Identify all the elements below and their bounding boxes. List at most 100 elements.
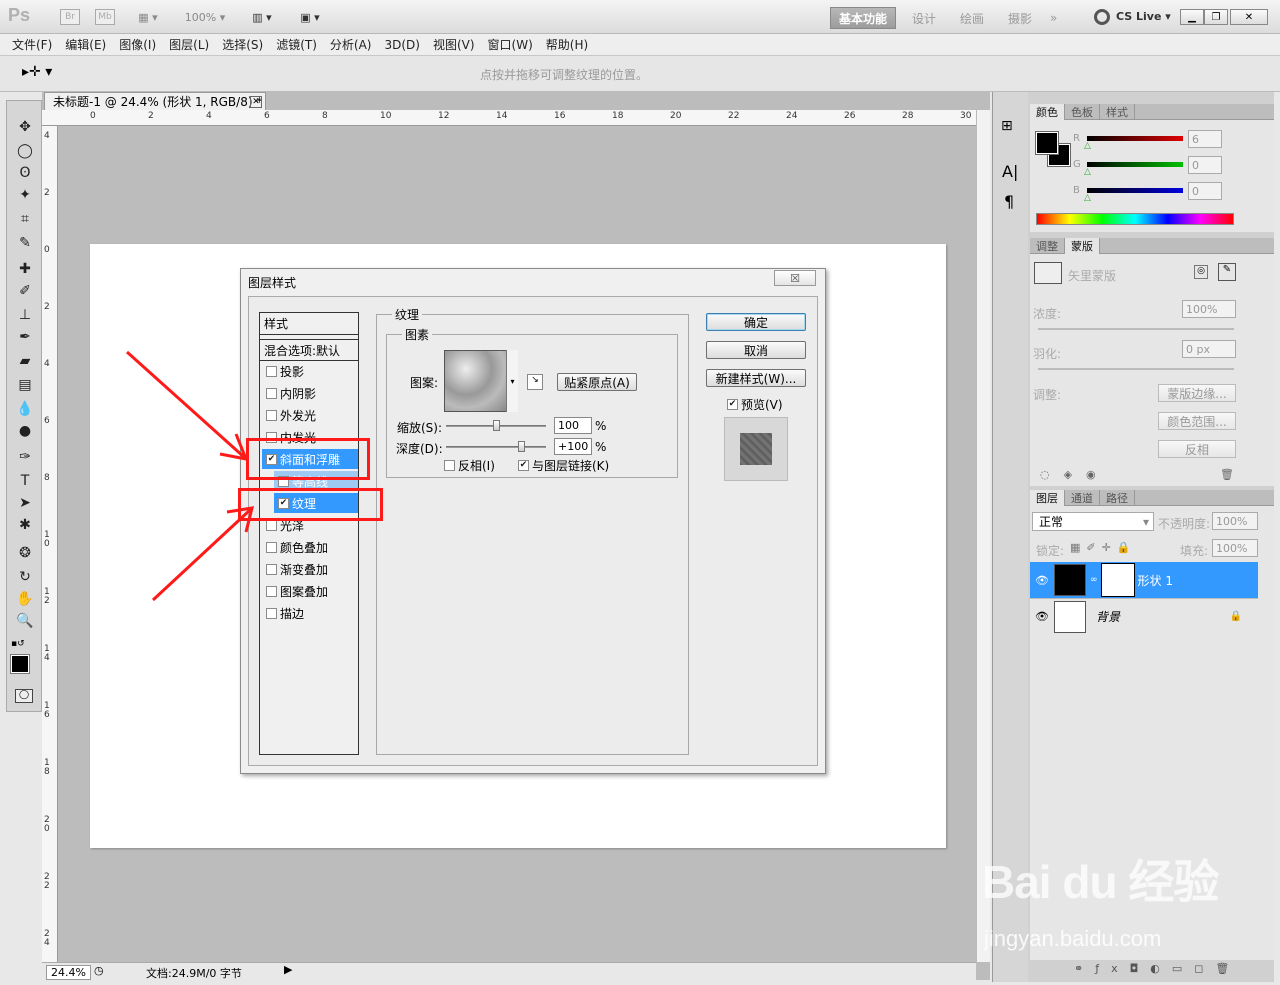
snap-to-origin-button[interactable]: 贴紧原点(A): [557, 373, 637, 391]
add-vector-mask-icon[interactable]: ✎: [1218, 263, 1236, 281]
tab-paths[interactable]: 路径: [1100, 490, 1135, 506]
marquee-tool-icon[interactable]: ◯: [13, 141, 37, 161]
move-tool-preset-icon[interactable]: ▸✛ ▾: [22, 64, 52, 80]
type-tool-icon[interactable]: T: [13, 471, 37, 491]
pattern-dropdown-arrow[interactable]: ▾: [506, 350, 518, 412]
style-item[interactable]: 颜色叠加: [262, 537, 358, 557]
vector-mask-thumbnail[interactable]: [1100, 563, 1135, 597]
lasso-tool-icon[interactable]: ʘ: [13, 163, 37, 183]
mask-edge-button[interactable]: 蒙版边缘...: [1158, 384, 1236, 402]
delete-mask-icon[interactable]: 🗑: [1220, 468, 1234, 481]
style-item[interactable]: 投影: [262, 361, 358, 381]
layer-row-background[interactable]: 👁 背景 🔒: [1030, 598, 1258, 634]
history-panel-icon[interactable]: ⊞: [1001, 118, 1013, 134]
style-item[interactable]: 描边: [262, 603, 358, 623]
menu-3d[interactable]: 3D(D): [384, 38, 419, 52]
opacity-input[interactable]: 100%: [1212, 512, 1258, 530]
foreground-color-swatch[interactable]: [1035, 131, 1059, 155]
style-item[interactable]: 图案叠加: [262, 581, 358, 601]
menu-help[interactable]: 帮助(H): [546, 36, 588, 53]
workspace-photography[interactable]: 摄影: [1000, 7, 1040, 29]
layers-footer-icons[interactable]: ⚭ƒx◘◐▭◻🗑: [1074, 962, 1241, 975]
color-spectrum-bar[interactable]: [1036, 213, 1234, 225]
menu-select[interactable]: 选择(S): [222, 36, 263, 53]
more-workspaces-button[interactable]: »: [1042, 7, 1065, 29]
status-menu-arrow[interactable]: ▶: [284, 963, 292, 976]
3d-rotate-tool-icon[interactable]: ❂: [13, 543, 37, 563]
zoom-tool-icon[interactable]: 🔍: [13, 611, 37, 631]
feather-input[interactable]: 0 px: [1182, 340, 1236, 358]
bridge-button[interactable]: Br: [60, 6, 80, 28]
minimize-button[interactable]: ▁: [1180, 9, 1204, 25]
style-item[interactable]: 外发光: [262, 405, 358, 425]
status-zoom[interactable]: 24.4%: [46, 965, 91, 980]
depth-slider[interactable]: [446, 446, 546, 448]
menu-layer[interactable]: 图层(L): [169, 36, 209, 53]
close-window-button[interactable]: ✕: [1230, 9, 1268, 25]
menu-view[interactable]: 视图(V): [433, 36, 475, 53]
foreground-color-swatch[interactable]: [10, 654, 30, 674]
blend-mode-select[interactable]: 正常 ▾: [1032, 512, 1154, 531]
workspace-painting[interactable]: 绘画: [952, 7, 992, 29]
new-style-button[interactable]: 新建样式(W)...: [706, 369, 806, 387]
channel-slider-marker[interactable]: △: [1084, 141, 1091, 151]
invert-checkbox[interactable]: 反相(I): [444, 457, 495, 474]
color-range-button[interactable]: 颜色范围...: [1158, 412, 1236, 430]
blending-options-item[interactable]: 混合选项:默认: [260, 339, 358, 361]
channel-slider[interactable]: [1087, 188, 1183, 193]
paragraph-panel-icon[interactable]: ¶: [1004, 192, 1014, 211]
preview-checkbox[interactable]: ✔ 预览(V): [727, 396, 783, 413]
view-extras-button[interactable]: ▦ ▾: [130, 6, 166, 28]
workspace-design[interactable]: 设计: [904, 7, 944, 29]
styles-header[interactable]: 样式: [260, 313, 358, 335]
link-with-layer-checkbox-box[interactable]: ✔: [518, 460, 529, 471]
menu-filter[interactable]: 滤镜(T): [276, 36, 317, 53]
menu-window[interactable]: 窗口(W): [488, 36, 533, 53]
ok-button[interactable]: 确定: [706, 313, 806, 331]
channel-value[interactable]: 6: [1188, 130, 1222, 148]
tab-channels[interactable]: 通道: [1065, 490, 1100, 506]
dialog-close-button[interactable]: ☒: [774, 270, 816, 286]
close-tab-icon[interactable]: ✕: [250, 96, 262, 108]
quick-select-tool-icon[interactable]: ✦: [13, 185, 37, 205]
menu-file[interactable]: 文件(F): [12, 36, 52, 53]
channel-slider-marker[interactable]: △: [1084, 193, 1091, 203]
channel-value[interactable]: 0: [1188, 156, 1222, 174]
lock-icons[interactable]: ▦✐✛🔒: [1070, 541, 1137, 554]
tab-masks[interactable]: 蒙版: [1065, 238, 1100, 254]
vertical-scrollbar[interactable]: [976, 110, 990, 962]
density-slider[interactable]: [1038, 328, 1234, 330]
history-brush-tool-icon[interactable]: ✒: [13, 327, 37, 347]
blur-tool-icon[interactable]: 💧: [13, 399, 37, 419]
menu-image[interactable]: 图像(I): [119, 36, 156, 53]
tab-layers[interactable]: 图层: [1030, 490, 1065, 506]
style-item[interactable]: 渐变叠加: [262, 559, 358, 579]
pen-tool-icon[interactable]: ✑: [13, 447, 37, 467]
shape-tool-icon[interactable]: ✱: [13, 515, 37, 535]
screen-mode-button[interactable]: ▣ ▾: [292, 6, 328, 28]
path-select-tool-icon[interactable]: ➤: [13, 493, 37, 513]
invert-checkbox-box[interactable]: [444, 460, 455, 471]
document-tab[interactable]: 未标题-1 @ 24.4% (形状 1, RGB/8) * ✕: [44, 92, 266, 110]
layer-row-shape1[interactable]: 👁 ∞ 形状 1: [1030, 562, 1258, 598]
arrange-documents-button[interactable]: ▥ ▾: [244, 6, 280, 28]
restore-button[interactable]: ❐: [1204, 9, 1228, 25]
cslive-button[interactable]: CS Live ▾: [1116, 10, 1171, 23]
move-tool-icon[interactable]: ✥: [13, 117, 37, 137]
character-panel-icon[interactable]: A|: [1002, 162, 1018, 181]
eraser-tool-icon[interactable]: ▰: [13, 351, 37, 371]
tab-adjustments[interactable]: 调整: [1030, 238, 1065, 254]
hand-tool-icon[interactable]: ✋: [13, 589, 37, 609]
tab-styles[interactable]: 样式: [1100, 104, 1135, 120]
healing-brush-tool-icon[interactable]: ✚: [13, 259, 37, 279]
menu-analysis[interactable]: 分析(A): [330, 36, 372, 53]
scale-slider-thumb[interactable]: [493, 420, 500, 431]
channel-slider[interactable]: [1087, 162, 1183, 167]
new-preset-icon[interactable]: ↘: [527, 374, 543, 390]
channel-value[interactable]: 0: [1188, 182, 1222, 200]
quick-mask-icon[interactable]: ◯: [15, 689, 33, 703]
mini-bridge-button[interactable]: Mb: [95, 6, 115, 28]
gradient-tool-icon[interactable]: ▤: [13, 375, 37, 395]
add-pixel-mask-icon[interactable]: ◎: [1194, 265, 1208, 279]
menu-edit[interactable]: 编辑(E): [65, 36, 106, 53]
